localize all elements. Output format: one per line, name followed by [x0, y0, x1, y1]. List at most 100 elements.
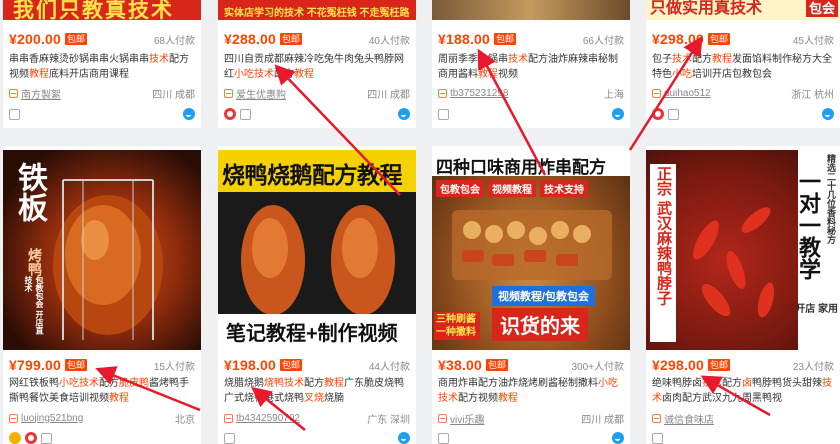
certified-badge-icon	[652, 108, 664, 120]
title-text-segment: 烧腩	[324, 393, 344, 404]
title-text-segment: 卤肉配方武汉九九周黑鸭视	[662, 393, 782, 404]
price-row: ¥288.00 包邮 40人付款	[224, 30, 410, 48]
title-keyword-highlight: 教程	[498, 393, 518, 404]
product-image[interactable]: 四种口味商用炸串配方 包教包会 视频教程 技术支持 视频教程/包教包会 三种刷酱…	[432, 150, 630, 350]
shop-link[interactable]: 诚信食味店	[664, 411, 714, 426]
wangwang-chat-icon[interactable]	[612, 108, 624, 120]
title-text-segment: 培训开店包教包会	[692, 69, 772, 80]
wangwang-chat-icon[interactable]	[183, 108, 195, 120]
shop-link[interactable]: 爱生优惠购	[236, 86, 286, 101]
product-card[interactable]: 我们只教真技术 ¥200.00 包邮 68人付款 串串香麻辣烫砂锅串串火锅串串技…	[3, 0, 201, 128]
shop-icon	[224, 88, 233, 98]
compare-checkbox[interactable]	[438, 432, 449, 444]
action-row	[224, 430, 410, 444]
free-shipping-tag: 包邮	[280, 33, 303, 45]
wangwang-chat-icon[interactable]	[398, 432, 410, 444]
product-card[interactable]: ¥188.00 包邮 66人付款 周丽季季火锅串技术配方油炸麻辣串秘制商用酱料教…	[432, 0, 630, 128]
product-image[interactable]	[432, 0, 630, 20]
location: 北京	[175, 414, 195, 426]
product-title[interactable]: 周丽季季火锅串技术配方油炸麻辣串秘制商用酱料教程视频	[438, 52, 624, 82]
price: ¥38.00	[438, 357, 483, 373]
wangwang-chat-icon[interactable]	[822, 108, 834, 120]
shop-link[interactable]: luojing521bng	[21, 413, 83, 424]
product-image[interactable]: 铁板 烤鸭 包教包会 开店直技术	[3, 150, 201, 350]
shop-link[interactable]: tb375231298	[450, 88, 508, 99]
image-banner-text: 我们只教真技术	[13, 0, 174, 20]
location: 四川 成都	[152, 89, 195, 101]
free-shipping-tag: 包邮	[708, 33, 731, 45]
title-keyword-highlight: 小吃技术	[234, 69, 274, 80]
title-text-segment: 配方	[722, 378, 742, 389]
title-keyword-highlight: 技术	[284, 378, 304, 389]
product-title[interactable]: 包子技术配方教程发面馅料制作秘方大全特色小吃培训开店包教包会	[652, 52, 834, 82]
title-keyword-highlight: 教程	[109, 393, 129, 404]
compare-checkbox[interactable]	[9, 108, 20, 120]
title-keyword-highlight: 技术	[672, 54, 692, 65]
shop-link[interactable]: 南方製絮	[21, 86, 61, 101]
wangwang-chat-icon[interactable]	[612, 432, 624, 444]
compare-checkbox[interactable]	[240, 108, 251, 120]
image-side-text: 包教包会 开店直技术	[24, 276, 44, 335]
product-image[interactable]: 我们只教真技术	[3, 0, 201, 20]
compare-checkbox[interactable]	[41, 432, 52, 444]
location: 广东 深圳	[367, 414, 410, 426]
shop-icon	[438, 88, 447, 98]
product-card[interactable]: 铁板 烤鸭 包教包会 开店直技术 ¥799.00 包邮 15人付款 网红铁板鸭小…	[3, 146, 201, 444]
image-big-text: 一对一教学	[795, 170, 821, 280]
shop-row: luojing521bng 北京	[9, 411, 195, 426]
image-side-text: 开店 家用	[795, 304, 838, 315]
title-text-segment: 烧腊烧鹅	[224, 378, 264, 389]
shop-link[interactable]: tb4342590702	[236, 413, 300, 424]
price-row: ¥799.00 包邮 15人付款	[9, 356, 195, 374]
compare-checkbox[interactable]	[438, 108, 449, 120]
product-card[interactable]: 正宗 武汉麻辣鸭脖子 精选二十几位香料秘方 一对一教学 开店 家用 ¥298.0…	[646, 146, 840, 444]
price: ¥200.00	[9, 31, 62, 47]
paid-count: 45人付款	[792, 35, 834, 47]
product-title[interactable]: 烧腊烧鹅烧鸭技术配方教程广东脆皮烧鸭广式烧鸭港式烧鸭叉烧烧腩	[224, 376, 410, 406]
title-text-segment: 鸭脖鸭货头甜辣	[752, 378, 822, 389]
title-text-segment: 串串香麻辣烫砂锅串串火锅串串	[9, 54, 149, 65]
product-card[interactable]: 四种口味商用炸串配方 包教包会 视频教程 技术支持 视频教程/包教包会 三种刷酱…	[432, 146, 630, 444]
shop-link[interactable]: duihao512	[664, 88, 711, 99]
title-keyword-highlight: 技术	[149, 54, 169, 65]
title-keyword-highlight: 脆皮鸭	[119, 378, 149, 389]
title-keyword-highlight: 小吃技术	[59, 378, 99, 389]
product-title[interactable]: 绝味鸭脖卤技术配方卤鸭脖鸭货头甜辣技术卤肉配方武汉九九周黑鸭视	[652, 376, 834, 406]
shop-row: duihao512 浙江 杭州	[652, 86, 834, 101]
product-title[interactable]: 商用炸串配方油炸烧烤刷酱秘制撒料小吃技术配方视频教程	[438, 376, 624, 406]
title-text-segment: 配方	[99, 378, 119, 389]
shop-link[interactable]: vivi乐趣	[450, 411, 484, 426]
paid-count: 66人付款	[582, 35, 624, 47]
title-text-segment: 配方	[274, 69, 294, 80]
title-keyword-highlight: 教程	[712, 54, 732, 65]
image-title: 铁板	[12, 162, 47, 222]
product-grid: 我们只教真技术 ¥200.00 包邮 68人付款 串串香麻辣烫砂锅串串火锅串串技…	[0, 0, 840, 444]
product-card[interactable]: 只做实用真技术 包会 ¥298.00 包邮 45人付款 包子技术配方教程发面馅料…	[646, 0, 840, 128]
shop-row: 诚信食味店	[652, 411, 834, 426]
product-image[interactable]: 烧鸭烧鹅配方教程 笔记教程+制作视频	[218, 150, 416, 350]
product-image[interactable]: 实体店学习的技术 不花冤枉钱 不走冤枉路	[218, 0, 416, 20]
price-row: ¥38.00 包邮 300+人付款	[438, 356, 624, 374]
action-row	[438, 430, 624, 444]
free-shipping-tag: 包邮	[65, 33, 88, 45]
product-card[interactable]: 烧鸭烧鹅配方教程 笔记教程+制作视频 ¥198.00 包邮 44人付款 烧腊烧鹅…	[218, 146, 416, 444]
shop-row: tb375231298 上海	[438, 86, 624, 101]
wangwang-chat-icon[interactable]	[398, 108, 410, 120]
compare-checkbox[interactable]	[224, 432, 235, 444]
shop-row: vivi乐趣 四川 成都	[438, 411, 624, 426]
product-title[interactable]: 网红铁板鸭小吃技术配方脆皮鸭酱烤鸭手撕鸭餐饮美食培训视频教程	[9, 376, 195, 406]
location: 上海	[604, 89, 624, 101]
product-image[interactable]: 正宗 武汉麻辣鸭脖子 精选二十几位香料秘方 一对一教学 开店 家用	[646, 150, 840, 350]
action-row	[438, 106, 624, 122]
product-image[interactable]: 只做实用真技术 包会	[646, 0, 840, 20]
location: 浙江 杭州	[791, 89, 834, 101]
action-row	[652, 106, 834, 122]
compare-checkbox[interactable]	[668, 108, 679, 120]
product-card[interactable]: 实体店学习的技术 不花冤枉钱 不走冤枉路 ¥288.00 包邮 40人付款 四川…	[218, 0, 416, 128]
product-title[interactable]: 四川自贡成都麻辣冷吃兔牛肉兔头鸭脖网红小吃技术配方教程	[224, 52, 410, 82]
product-title[interactable]: 串串香麻辣烫砂锅串串火锅串串技术配方视频教程底料开店商用课程	[9, 52, 195, 82]
shop-icon	[9, 88, 18, 98]
shop-row: 爱生优惠购 四川 成都	[224, 86, 410, 101]
price-row: ¥198.00 包邮 44人付款	[224, 356, 410, 374]
compare-checkbox[interactable]	[652, 432, 663, 444]
